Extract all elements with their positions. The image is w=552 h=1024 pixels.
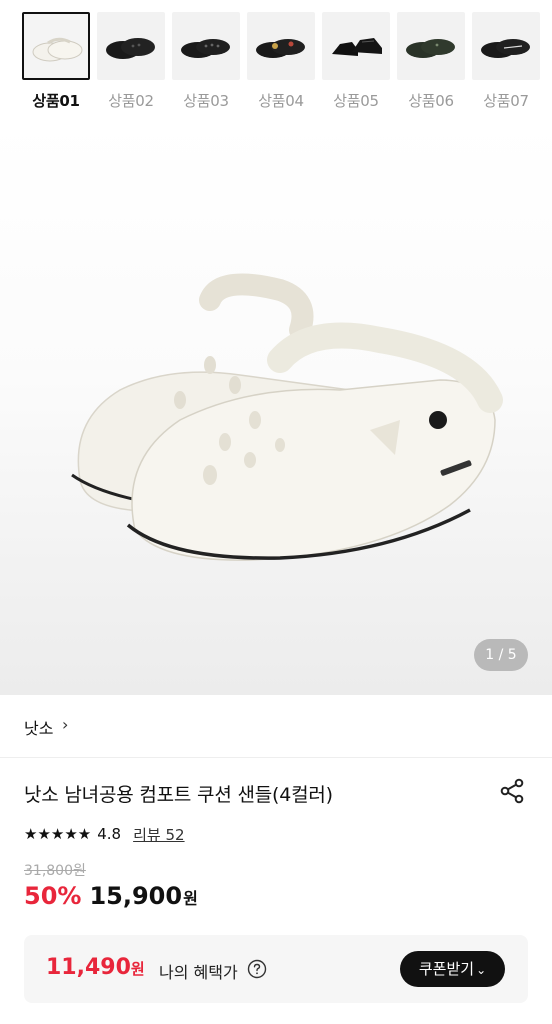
question-circle-icon[interactable] [247,959,267,979]
product-shoe-image [71,273,503,561]
thumbnail-label-07[interactable]: 상품07 [468,90,544,111]
shoe-thumbnail-icon [181,39,230,58]
rating-value: 4.8 [97,825,122,843]
price-row: 50% 15,900 원 [24,882,198,916]
brand-name[interactable]: 낫소 [24,715,53,739]
my-benefit-price-box: 11,490원 나의 혜택가 쿠폰받기 ⌄ [24,935,528,1003]
shoe-thumbnail-icon [481,39,530,58]
thumbnail-07[interactable] [472,12,540,80]
shoe-thumbnail-icon [332,38,382,56]
thumbnail-label-01[interactable]: 상품01 [18,90,94,111]
original-price: 31,800원 [24,863,86,879]
benefit-price-label: 나의 혜택가 [159,963,238,982]
thumbnail-label-06[interactable]: 상품06 [393,90,469,111]
thumbnail-label-03[interactable]: 상품03 [168,90,244,111]
sale-price: 15,900 [89,882,183,910]
carousel-page-indicator: 1 / 5 [474,639,528,671]
product-title: 낫소 남녀공용 컴포트 쿠션 샌들(4컬러) [24,784,333,806]
thumbnail-06[interactable] [397,12,465,80]
thumbnail-strip: 상품01 상품02 상품03 상품04 상품05 상품06 상품07 [0,0,552,120]
get-coupon-label: 쿠폰받기 [418,960,475,978]
thumbnail-label-04[interactable]: 상품04 [243,90,319,111]
brand-link-row[interactable]: 낫소 › [0,696,552,758]
shoe-thumbnail-icon [406,39,455,58]
get-coupon-button[interactable]: 쿠폰받기 ⌄ [400,951,505,987]
thumbnail-label-02[interactable]: 상품02 [93,90,169,111]
rating-row: ★★★★★ 4.8 리뷰 52 [24,823,185,845]
thumbnail-03[interactable] [172,12,240,80]
thumbnail-02[interactable] [97,12,165,80]
thumbnail-04[interactable] [247,12,315,80]
thumbnail-label-05[interactable]: 상품05 [318,90,394,111]
shoe-thumbnail-icon [32,37,83,62]
benefit-price-value: 11,490 [46,955,131,980]
shoe-thumbnail-icon [106,38,155,59]
benefit-price-currency: 원 [130,960,145,978]
thumbnail-01[interactable] [22,12,90,80]
discount-rate: 50% [24,882,82,910]
share-icon[interactable] [498,777,526,805]
sale-price-currency: 원 [183,889,198,908]
star-rating-icon: ★★★★★ [24,825,92,843]
shoe-thumbnail-icon [256,39,305,58]
thumbnail-05[interactable] [322,12,390,80]
product-image-carousel[interactable]: 1 / 5 [0,120,552,695]
benefit-price: 11,490원 [46,955,145,980]
chevron-down-icon: ⌄ [476,963,487,977]
review-count-link[interactable]: 리뷰 52 [133,824,184,845]
chevron-right-icon: › [62,715,69,734]
